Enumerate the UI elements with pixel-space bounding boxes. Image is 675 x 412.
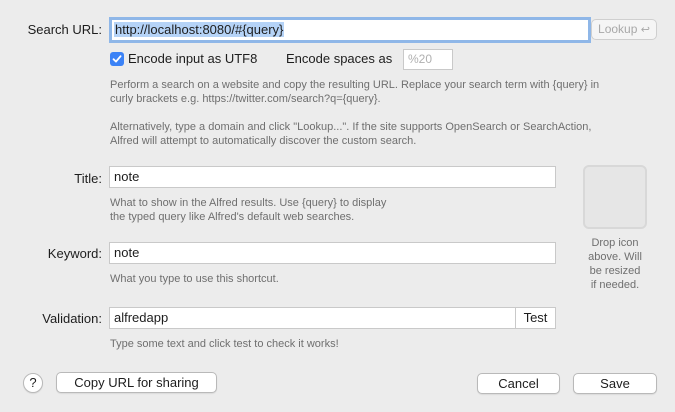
cancel-button[interactable]: Cancel (477, 373, 560, 394)
title-value: note (114, 169, 140, 184)
validation-help-text: Type some text and click test to check i… (110, 338, 339, 350)
test-button[interactable]: Test (515, 307, 556, 329)
keyword-help-text: What you type to use this shortcut. (110, 273, 279, 285)
return-arrow-icon: ↩ (640, 24, 650, 36)
cancel-button-label: Cancel (498, 376, 539, 391)
icon-drop-well[interactable] (583, 165, 647, 229)
title-label: Title: (74, 171, 102, 186)
lookup-button-label: Lookup (598, 22, 638, 36)
keyword-label: Keyword: (47, 246, 102, 261)
search-url-value: http://localhost:8080/#{query} (114, 22, 285, 37)
save-button[interactable]: Save (573, 373, 657, 394)
validation-input[interactable]: alfredapp (109, 307, 516, 329)
copy-url-button[interactable]: Copy URL for sharing (56, 372, 217, 393)
validation-label: Validation: (42, 311, 102, 326)
checkmark-icon (112, 55, 122, 63)
keyword-input[interactable]: note (109, 242, 556, 264)
title-input[interactable]: note (109, 166, 556, 188)
encode-spaces-label: Encode spaces as (286, 51, 393, 66)
search-url-label: Search URL: (27, 22, 102, 37)
title-help-text: What to show in the Alfred results. Use … (110, 197, 387, 223)
validation-value: alfredapp (114, 310, 169, 325)
help-question-icon: ? (29, 375, 37, 390)
encode-utf8-checkbox[interactable] (110, 52, 124, 66)
encode-utf8-label: Encode input as UTF8 (128, 51, 258, 66)
icon-drop-help-text: Drop icon above. Will be resized if need… (588, 237, 642, 291)
copy-url-button-label: Copy URL for sharing (74, 375, 199, 390)
save-button-label: Save (600, 376, 630, 391)
search-url-help-text: Perform a search on a website and copy t… (110, 79, 600, 147)
help-button[interactable]: ? (23, 373, 43, 393)
keyword-value: note (114, 245, 140, 260)
search-url-input[interactable]: http://localhost:8080/#{query} (109, 17, 591, 43)
lookup-button[interactable]: Lookup ↩ (591, 19, 657, 40)
test-button-label: Test (523, 310, 548, 325)
encode-spaces-placeholder: %20 (408, 52, 433, 66)
encode-spaces-input[interactable]: %20 (403, 49, 453, 70)
